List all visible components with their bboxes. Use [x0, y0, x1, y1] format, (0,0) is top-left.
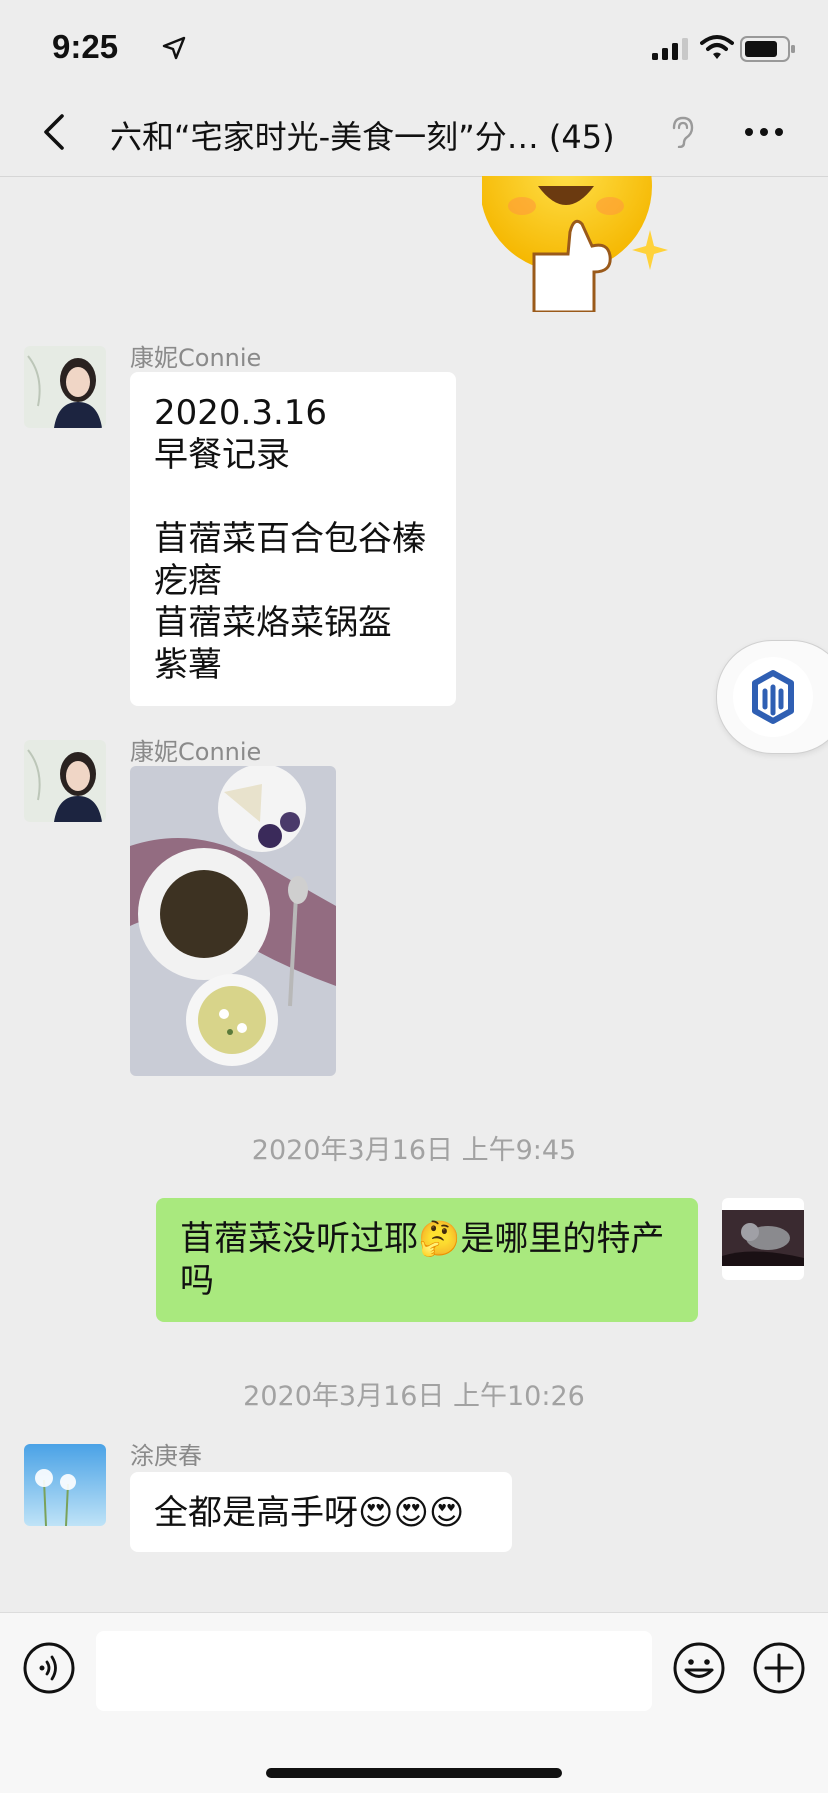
- signal-icon: [652, 38, 688, 60]
- more-icon[interactable]: [744, 126, 784, 138]
- back-icon[interactable]: [36, 108, 76, 156]
- message-line: 苜蓿菜烙菜锅盔: [154, 603, 392, 643]
- timestamp-partial: [0, 1600, 828, 1612]
- floating-logo-icon: [733, 657, 813, 737]
- sender-name: 康妮Connie: [130, 344, 262, 372]
- sender-name: 康妮Connie: [130, 738, 262, 766]
- emoji-icon[interactable]: [672, 1641, 726, 1695]
- my-avatar[interactable]: [722, 1198, 804, 1280]
- status-time: 9:25: [52, 28, 119, 65]
- message-line: 苜蓿菜百合包谷榛: [154, 519, 426, 559]
- food-photo[interactable]: [130, 766, 336, 1076]
- home-indicator[interactable]: [266, 1768, 562, 1778]
- chat-title[interactable]: 六和“宅家时光-美食一刻”分… (45): [110, 112, 615, 158]
- plus-icon[interactable]: [752, 1641, 806, 1695]
- sender-name: 涂庚春: [130, 1442, 202, 1470]
- message-line: [154, 476, 432, 518]
- message-line: 2020.3.16: [154, 393, 328, 433]
- message-bubble-self[interactable]: 苜蓿菜没听过耶🤔是哪里的特产 吗: [156, 1198, 698, 1322]
- message-line: 吗: [180, 1261, 214, 1301]
- avatar[interactable]: [24, 740, 106, 822]
- message-line: 紫薯: [154, 645, 222, 685]
- battery-icon: [740, 36, 795, 62]
- message-text: 全都是高手呀😍😍😍: [154, 1493, 465, 1533]
- timestamp: 2020年3月16日 上午9:45: [251, 1135, 577, 1166]
- message-line: 疙瘩: [154, 561, 222, 601]
- location-arrow-icon: [162, 36, 186, 60]
- avatar[interactable]: [24, 346, 106, 428]
- avatar[interactable]: [24, 1444, 106, 1526]
- chat-header: 六和“宅家时光-美食一刻”分… (45): [0, 88, 828, 177]
- input-bar: [0, 1612, 828, 1793]
- wifi-icon: [700, 35, 734, 59]
- message-line: 早餐记录: [154, 435, 290, 475]
- message-line: 苜蓿菜没听过耶🤔是哪里的特产: [180, 1219, 665, 1259]
- ear-icon: [672, 116, 694, 148]
- message-bubble[interactable]: 2020.3.16 早餐记录 苜蓿菜百合包谷榛 疙瘩 苜蓿菜烙菜锅盔 紫薯: [130, 372, 456, 706]
- message-bubble[interactable]: 全都是高手呀😍😍😍: [130, 1472, 512, 1552]
- timestamp: 2020年3月16日 上午10:26: [243, 1381, 585, 1412]
- floating-assistant-button[interactable]: [716, 640, 828, 754]
- thumbs-up-sticker[interactable]: [482, 176, 682, 312]
- message-input[interactable]: [96, 1631, 652, 1711]
- voice-icon[interactable]: [22, 1641, 76, 1695]
- status-bar: 9:25: [0, 0, 828, 88]
